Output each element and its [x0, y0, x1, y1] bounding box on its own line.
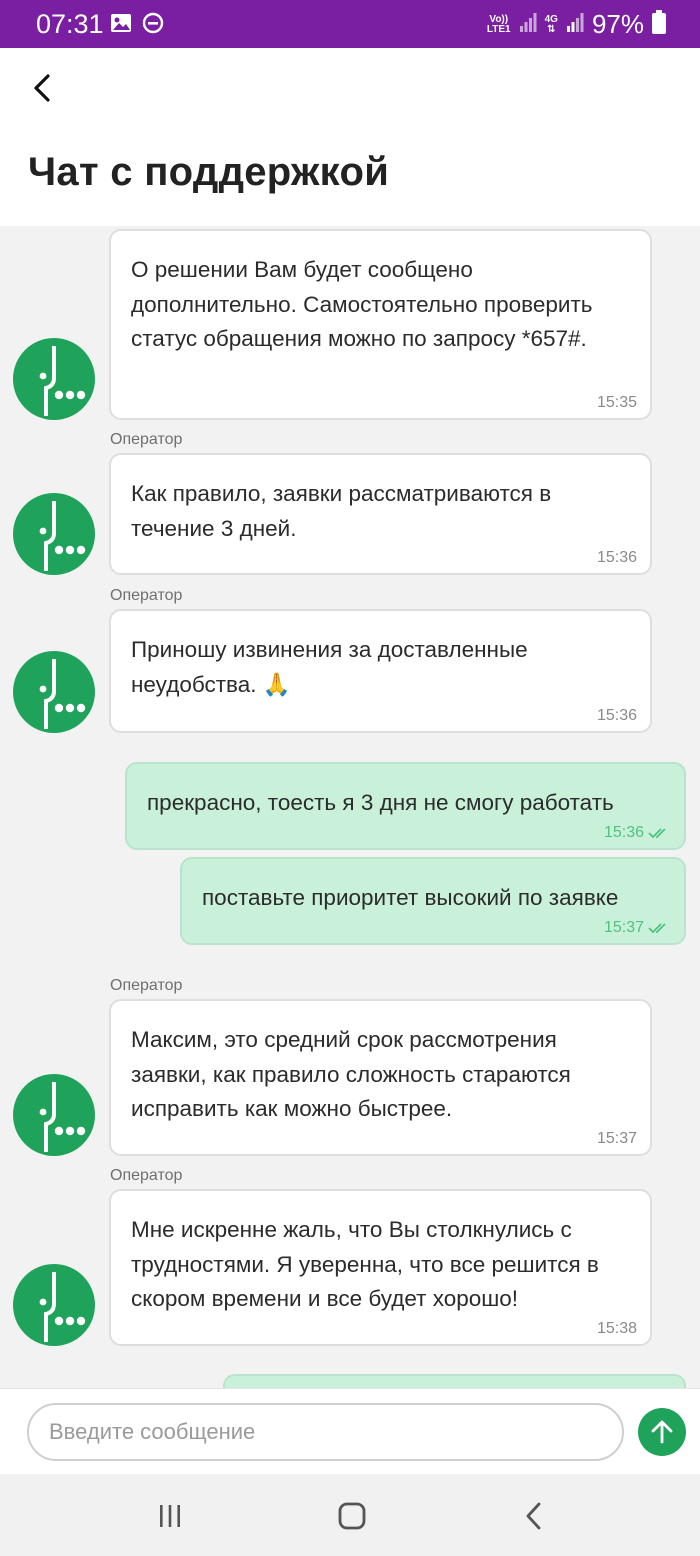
- page-title: Чат с поддержкой: [28, 150, 390, 194]
- message-time: 15:36: [596, 549, 637, 566]
- megafon-logo-icon: [13, 1264, 95, 1346]
- status-time: 07:31: [36, 9, 104, 39]
- message-bubble-operator: Приношу извинения за доставленные неудоб…: [109, 609, 652, 733]
- message-bubble-operator: О решении Вам будет сообщено дополнитель…: [109, 229, 652, 420]
- send-arrow-up-icon: [651, 1420, 673, 1444]
- operator-avatar: [13, 338, 95, 420]
- message-text: прекрасно, тоесть я 3 дня не смогу работ…: [147, 790, 614, 815]
- message-time: 15:36: [596, 707, 637, 724]
- sender-label: Оператор: [110, 1167, 183, 1184]
- message-bubble-user-partial: [223, 1374, 686, 1388]
- message-time: 15:36: [603, 824, 644, 841]
- double-check-icon: [648, 828, 666, 839]
- message-bubble-operator: Как правило, заявки рассматриваются в те…: [109, 453, 652, 575]
- operator-avatar: [13, 1264, 95, 1346]
- sender-label: Оператор: [110, 977, 183, 994]
- status-bar: 07:31 Vo)) LTE1 4G ⇅ 97%: [0, 0, 700, 48]
- back-chevron-icon: [526, 1502, 541, 1530]
- double-check-icon: [648, 923, 666, 934]
- back-arrow-icon: [34, 74, 50, 102]
- signal-icon-1: [519, 11, 537, 38]
- chat-messages[interactable]: О решении Вам будет сообщено дополнитель…: [0, 226, 700, 1388]
- message-bubble-operator: Мне искренне жаль, что Вы столкнулись с …: [109, 1189, 652, 1346]
- message-composer: [0, 1388, 700, 1474]
- message-bubble-operator: Максим, это средний срок рассмотрения за…: [109, 999, 652, 1156]
- sender-label: Оператор: [110, 431, 183, 448]
- do-not-disturb-icon: [142, 12, 164, 39]
- message-time: 15:38: [596, 1320, 637, 1337]
- megafon-logo-icon: [13, 493, 95, 575]
- message-text: Мне искренне жаль, что Вы столкнулись с …: [131, 1217, 599, 1311]
- megafon-logo-icon: [13, 338, 95, 420]
- operator-avatar: [13, 1074, 95, 1156]
- recent-apps-button[interactable]: [150, 1496, 190, 1536]
- chat-header: Чат с поддержкой: [0, 48, 700, 226]
- gallery-icon: [110, 13, 132, 38]
- signal-icon-2: [566, 11, 584, 38]
- message-bubble-user: прекрасно, тоесть я 3 дня не смогу работ…: [125, 762, 686, 850]
- message-text: Максим, это средний срок рассмотрения за…: [131, 1027, 571, 1121]
- message-bubble-user: поставьте приоритет высокий по заявке 15…: [180, 857, 686, 945]
- megafon-logo-icon: [13, 651, 95, 733]
- network-type-label: 4G ⇅: [544, 13, 558, 35]
- megafon-logo-icon: [13, 1074, 95, 1156]
- recent-apps-icon: [160, 1505, 180, 1527]
- back-button[interactable]: [22, 68, 62, 108]
- home-button[interactable]: [332, 1496, 372, 1536]
- home-icon: [338, 1502, 366, 1530]
- message-status: 15:37: [604, 919, 670, 937]
- sender-label: Оператор: [110, 587, 183, 604]
- battery-percent: 97%: [591, 9, 644, 39]
- message-text: Как правило, заявки рассматриваются в те…: [131, 481, 552, 541]
- back-nav-button[interactable]: [514, 1496, 554, 1536]
- message-time: 15:37: [603, 919, 644, 936]
- system-nav-bar: [0, 1474, 700, 1556]
- message-time: 15:35: [596, 394, 637, 411]
- message-input[interactable]: [27, 1403, 624, 1461]
- message-status: 15:36: [604, 824, 670, 842]
- send-button[interactable]: [638, 1408, 686, 1456]
- message-text: поставьте приоритет высокий по заявке: [202, 885, 619, 910]
- message-text: О решении Вам будет сообщено дополнитель…: [131, 257, 593, 351]
- operator-avatar: [13, 493, 95, 575]
- message-time: 15:37: [596, 1130, 637, 1147]
- volte-label: Vo)) LTE1: [486, 13, 511, 35]
- battery-icon: [652, 10, 666, 39]
- operator-avatar: [13, 651, 95, 733]
- message-text: Приношу извинения за доставленные неудоб…: [131, 637, 528, 697]
